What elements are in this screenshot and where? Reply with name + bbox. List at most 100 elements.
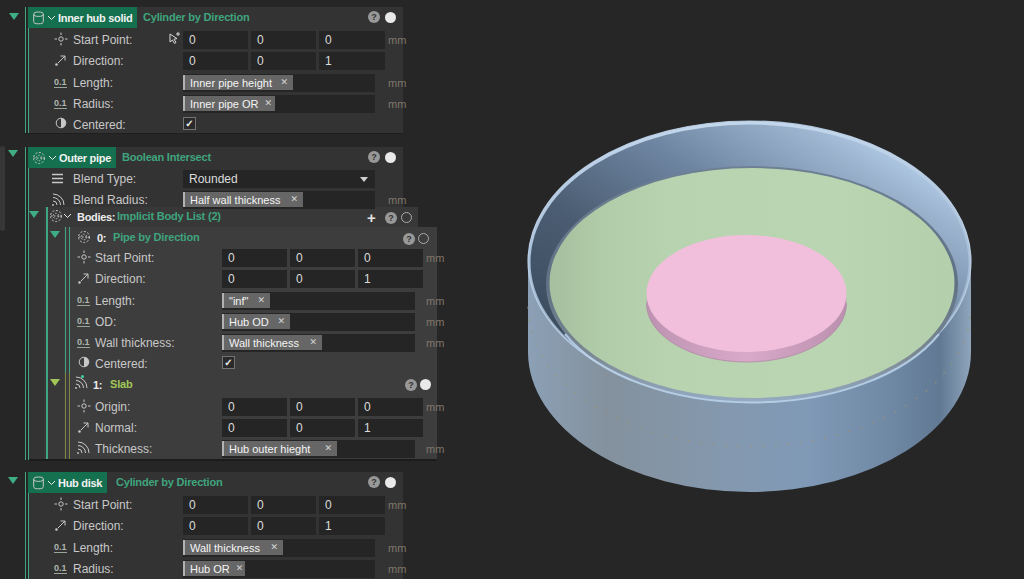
- outer-pipe-type: Boolean Intersect: [122, 147, 211, 168]
- direction-y[interactable]: 0: [251, 517, 316, 535]
- number-icon: 0.1: [77, 338, 90, 348]
- inner-hub-header[interactable]: Inner hub solid: [28, 7, 137, 28]
- direction-y[interactable]: 0: [290, 270, 355, 288]
- normal-z[interactable]: 1: [358, 419, 423, 437]
- chip-remove-icon[interactable]: ✕: [280, 75, 288, 90]
- pick-point-icon[interactable]: [168, 32, 180, 46]
- chip-label: Inner pipe OR: [190, 98, 258, 110]
- centered-checkbox[interactable]: ✓: [222, 356, 235, 369]
- chip-remove-icon[interactable]: ✕: [309, 335, 317, 350]
- blend-radius-chip[interactable]: Half wall thickness✕: [183, 192, 303, 207]
- scrollbar-thumb[interactable]: [0, 146, 5, 231]
- body1-index: 1:: [93, 376, 102, 394]
- app-canvas: Inner hub solid Cylinder by Direction ? …: [0, 0, 1024, 579]
- radius-chip[interactable]: Inner pipe OR ✕: [183, 96, 275, 111]
- od-chip[interactable]: Hub OD✕: [222, 314, 290, 329]
- wall-thickness-chip[interactable]: Wall thickness ✕: [222, 335, 322, 350]
- length-chip[interactable]: "inf" ✕: [222, 293, 270, 308]
- direction-x[interactable]: 0: [222, 270, 287, 288]
- bodies-label: Bodies:: [77, 208, 115, 226]
- centered-label: Centered:: [95, 355, 148, 373]
- direction-z[interactable]: 1: [319, 517, 385, 535]
- visibility-icon[interactable]: [385, 152, 396, 163]
- body0-index: 0:: [97, 229, 106, 247]
- unit-label: mm: [426, 398, 444, 416]
- direction-x[interactable]: 0: [183, 52, 248, 70]
- chevron-down-icon[interactable]: [63, 213, 72, 219]
- start-point-x[interactable]: 0: [222, 249, 287, 267]
- chip-remove-icon[interactable]: ✕: [236, 561, 244, 576]
- visibility-off-icon[interactable]: [418, 233, 429, 244]
- start-point-y[interactable]: 0: [251, 31, 316, 49]
- collapse-arrow-body0[interactable]: [50, 231, 60, 238]
- direction-z[interactable]: 1: [358, 270, 423, 288]
- chevron-down-icon[interactable]: [47, 480, 56, 486]
- unit-label: mm: [388, 95, 406, 113]
- length-chip[interactable]: Wall thickness ✕: [183, 540, 283, 555]
- centered-checkbox[interactable]: ✓: [183, 117, 196, 130]
- start-point-z[interactable]: 0: [358, 249, 423, 267]
- visibility-icon[interactable]: [420, 379, 431, 390]
- chip-remove-icon[interactable]: ✕: [257, 293, 265, 308]
- chip-label: Inner pipe height: [190, 77, 272, 89]
- thickness-chip[interactable]: Hub outer hieght✕: [222, 441, 337, 456]
- panel2-accent-line: [25, 147, 26, 460]
- visibility-off-icon[interactable]: [401, 212, 412, 223]
- radius-chip[interactable]: Hub OR ✕: [183, 561, 245, 576]
- length-chip[interactable]: Inner pipe height ✕: [183, 75, 293, 90]
- body1-type: Slab: [110, 374, 132, 395]
- outer-pipe-title: Outer pipe: [59, 152, 111, 164]
- normal-y[interactable]: 0: [290, 419, 355, 437]
- outer-pipe-header[interactable]: Outer pipe: [28, 147, 116, 168]
- chip-label: "inf": [229, 295, 248, 307]
- normal-x[interactable]: 0: [222, 419, 287, 437]
- model-hub-disk[interactable]: [647, 235, 847, 362]
- chip-remove-icon[interactable]: ✕: [277, 314, 285, 329]
- inner-hub-type: Cylinder by Direction: [143, 7, 249, 28]
- blend-type-dropdown[interactable]: Rounded: [183, 170, 375, 188]
- origin-x[interactable]: 0: [222, 398, 287, 416]
- help-icon[interactable]: ?: [368, 151, 380, 163]
- visibility-icon[interactable]: [385, 477, 396, 488]
- centered-icon: [78, 356, 90, 368]
- direction-y[interactable]: 0: [251, 52, 316, 70]
- collapse-arrow-outer-pipe[interactable]: [8, 150, 18, 157]
- help-icon[interactable]: ?: [368, 476, 380, 488]
- start-point-z[interactable]: 0: [319, 31, 385, 49]
- start-point-z[interactable]: 0: [319, 496, 385, 514]
- origin-y[interactable]: 0: [290, 398, 355, 416]
- length-label: Length:: [95, 292, 135, 310]
- start-point-y[interactable]: 0: [251, 496, 316, 514]
- unit-label: mm: [426, 249, 444, 267]
- add-body-icon[interactable]: +: [367, 211, 376, 224]
- chip-label: Hub OR: [190, 563, 230, 575]
- chip-label: Wall thickness: [190, 542, 260, 554]
- collapse-arrow-hub-disk[interactable]: [8, 477, 18, 484]
- help-icon[interactable]: ?: [403, 233, 415, 245]
- hub-disk-header[interactable]: Hub disk: [28, 472, 107, 493]
- unit-label: mm: [426, 440, 444, 458]
- point-icon: [77, 250, 91, 264]
- chip-remove-icon[interactable]: ✕: [264, 96, 272, 111]
- help-icon[interactable]: ?: [405, 379, 417, 391]
- chevron-down-icon[interactable]: [48, 155, 57, 161]
- start-point-y[interactable]: 0: [290, 249, 355, 267]
- help-icon[interactable]: ?: [385, 212, 397, 224]
- chevron-down-icon[interactable]: [47, 15, 56, 21]
- collapse-arrow-body1[interactable]: [50, 379, 60, 386]
- start-point-x[interactable]: 0: [183, 496, 248, 514]
- body0-accent-line: [65, 227, 66, 373]
- chip-label: Wall thickness: [229, 337, 299, 349]
- collapse-arrow-bodies[interactable]: [29, 211, 39, 218]
- chip-remove-icon[interactable]: ✕: [290, 192, 298, 207]
- start-point-x[interactable]: 0: [183, 31, 248, 49]
- direction-z[interactable]: 1: [319, 52, 385, 70]
- body0-accent-line2: [69, 227, 70, 373]
- chip-remove-icon[interactable]: ✕: [270, 540, 278, 555]
- visibility-icon[interactable]: [385, 12, 396, 23]
- help-icon[interactable]: ?: [368, 11, 380, 23]
- collapse-arrow-inner-hub[interactable]: [9, 13, 19, 20]
- chip-remove-icon[interactable]: ✕: [324, 441, 332, 456]
- direction-x[interactable]: 0: [183, 517, 248, 535]
- origin-z[interactable]: 0: [358, 398, 423, 416]
